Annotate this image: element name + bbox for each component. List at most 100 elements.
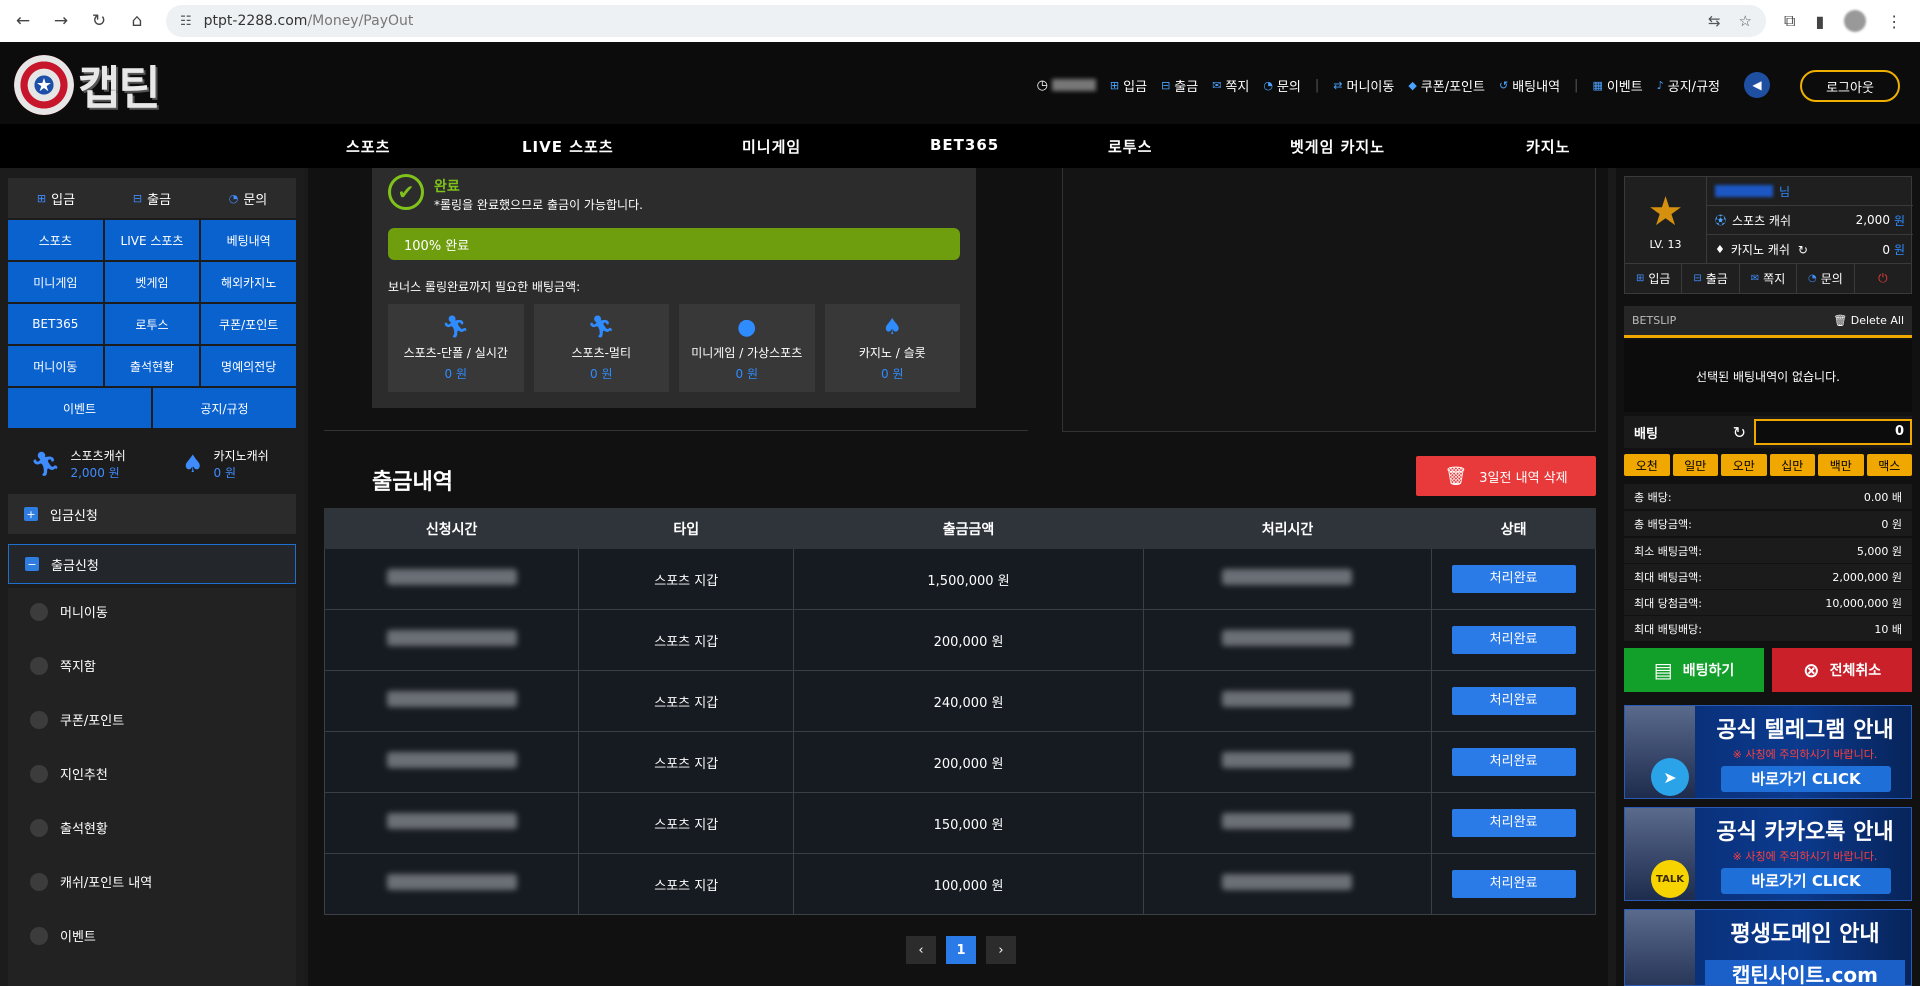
nav-lotus[interactable]: 로투스	[1108, 136, 1152, 157]
quick-btn-live-sports[interactable]: LIVE 스포츠	[104, 220, 200, 260]
status-badge[interactable]: 처리완료	[1451, 748, 1576, 776]
nav-minigame[interactable]: 미니게임	[742, 136, 801, 157]
chip-max[interactable]: 맥스	[1866, 454, 1912, 476]
nav-casino[interactable]: 카지노	[1526, 136, 1570, 157]
place-bet-button[interactable]: ▤ 배팅하기	[1624, 648, 1764, 692]
url-host: ptpt-2288.com	[203, 13, 308, 29]
top-menu-transfer[interactable]: ⇄ 머니이동	[1333, 76, 1394, 95]
status-badge[interactable]: 처리완료	[1451, 565, 1576, 593]
prev-page-icon[interactable]: ‹	[906, 936, 936, 964]
status-badge[interactable]: 처리완료	[1451, 687, 1576, 715]
plus-icon: +	[24, 507, 38, 521]
top-menu-withdraw[interactable]: ⊟ 출금	[1161, 76, 1198, 95]
page-number[interactable]: 1	[946, 936, 976, 964]
user-name-row: 님	[1707, 177, 1913, 206]
submenu-attendance[interactable]: 출석현황	[30, 818, 108, 837]
bookmark-star-icon[interactable]: ☆	[1739, 12, 1752, 30]
browser-menu-icon[interactable]: ⋮	[1886, 12, 1902, 31]
chip-1000000[interactable]: 백만	[1818, 454, 1864, 476]
kakaotalk-cta[interactable]: 바로가기 CLICK	[1721, 868, 1891, 894]
address-bar[interactable]: ☷ ptpt-2288.com/Money/PayOut ⇆ ☆	[166, 5, 1766, 37]
cancel-all-button[interactable]: ⊗ 전체취소	[1772, 648, 1912, 692]
refresh-icon[interactable]: ↻	[1798, 243, 1808, 257]
domain-banner[interactable]: 평생도메인 안내 캡틴사이트.com	[1624, 909, 1912, 986]
speaker-icon[interactable]: ◀	[1744, 72, 1770, 98]
blurred-username	[1051, 79, 1096, 91]
translate-icon[interactable]: ⇆	[1708, 12, 1721, 30]
submenu-referral[interactable]: 지인추천	[30, 764, 108, 783]
user-message-button[interactable]: ✉ 쪽지	[1740, 264, 1798, 293]
top-menu-inquiry[interactable]: ◔ 문의	[1263, 76, 1301, 95]
status-badge[interactable]: 처리완료	[1451, 870, 1576, 898]
quick-btn-hall-of-fame[interactable]: 명예의전당	[201, 346, 296, 386]
profile-avatar[interactable]	[1844, 10, 1867, 32]
power-icon[interactable]: ⏻	[1855, 264, 1911, 293]
quick-deposit[interactable]: ⊞ 입금	[8, 178, 104, 218]
user-inquiry-button[interactable]: ◔ 문의	[1797, 264, 1855, 293]
nav-live-sports[interactable]: LIVE 스포츠	[522, 136, 614, 157]
top-menu-coupon[interactable]: ◆ 쿠폰/포인트	[1408, 76, 1485, 95]
submenu-transfer[interactable]: 머니이동	[30, 602, 108, 621]
user-withdraw-button[interactable]: ⊟ 출금	[1682, 264, 1740, 293]
reload-icon[interactable]: ↻	[86, 8, 112, 34]
quick-inquiry[interactable]: ◔ 문의	[200, 178, 296, 218]
kakaotalk-banner[interactable]: TALK 공식 카카오톡 안내 ※ 사칭에 주의하시기 바랍니다. 바로가기 C…	[1624, 807, 1912, 901]
quick-btn-transfer[interactable]: 머니이동	[8, 346, 103, 386]
divider	[324, 430, 1028, 431]
bet-amount-input[interactable]: 0	[1754, 419, 1912, 445]
status-badge[interactable]: 처리완료	[1451, 809, 1576, 837]
quick-btn-event[interactable]: 이벤트	[8, 388, 151, 428]
chip-10000[interactable]: 일만	[1672, 454, 1718, 476]
status-badge[interactable]: 처리완료	[1451, 626, 1576, 654]
browser-toolbar: ← → ↻ ⌂ ☷ ptpt-2288.com/Money/PayOut ⇆ ☆…	[0, 0, 1920, 42]
row-amount: 150,000 원	[793, 792, 1144, 854]
site-logo[interactable]: ★ 캡틴	[14, 52, 161, 118]
top-menu-message[interactable]: ✉ 쪽지	[1212, 76, 1249, 95]
site-info-icon[interactable]: ☷	[180, 14, 192, 29]
delete-old-history-button[interactable]: 🗑︎ 3일전 내역 삭제	[1416, 456, 1596, 496]
submenu-cash-history[interactable]: 캐쉬/포인트 내역	[30, 872, 152, 891]
info-total-odds: 총 배당: 0.00 배	[1624, 484, 1912, 510]
logout-button[interactable]: 로그아웃	[1800, 70, 1900, 102]
back-icon[interactable]: ←	[10, 8, 36, 34]
submenu-event[interactable]: 이벤트	[30, 926, 96, 945]
refresh-icon[interactable]: ↻	[1733, 423, 1746, 442]
quick-btn-bet-history[interactable]: 베팅내역	[201, 220, 296, 260]
blurred-processed-time	[1222, 691, 1353, 707]
chip-5000[interactable]: 오천	[1624, 454, 1670, 476]
forward-icon[interactable]: →	[48, 8, 74, 34]
quick-btn-attendance[interactable]: 출석현황	[104, 346, 200, 386]
home-icon[interactable]: ⌂	[124, 8, 150, 34]
user-deposit-button[interactable]: ⊞ 입금	[1625, 264, 1683, 293]
nav-bet365[interactable]: BET365	[930, 136, 999, 154]
submenu-coupon[interactable]: 쿠폰/포인트	[30, 710, 124, 729]
telegram-banner[interactable]: ➤ 공식 텔레그램 안내 ※ 사칭에 주의하시기 바랍니다. 바로가기 CLIC…	[1624, 705, 1912, 799]
quick-btn-minigame[interactable]: 미니게임	[8, 262, 103, 302]
quick-btn-overseas-casino[interactable]: 해외카지노	[201, 262, 296, 302]
top-menu-deposit[interactable]: ⊞ 입금	[1110, 76, 1147, 95]
chip-100000[interactable]: 십만	[1769, 454, 1815, 476]
quick-btn-betgame[interactable]: 벳게임	[104, 262, 200, 302]
rolling-progress-bar: 100% 완료	[388, 228, 960, 260]
quick-btn-sports[interactable]: 스포츠	[8, 220, 103, 260]
submenu-messages[interactable]: 쪽지함	[30, 656, 96, 675]
domain-cta[interactable]: 캡틴사이트.com	[1705, 960, 1905, 985]
top-menu-notice[interactable]: ♪ 공지/규정	[1657, 76, 1720, 95]
chip-50000[interactable]: 오만	[1721, 454, 1767, 476]
quick-btn-coupon[interactable]: 쿠폰/포인트	[201, 304, 296, 344]
quick-btn-notice[interactable]: 공지/규정	[153, 388, 296, 428]
quick-withdraw[interactable]: ⊟ 출금	[104, 178, 200, 218]
sidepanel-icon[interactable]: ▮	[1815, 12, 1824, 31]
telegram-cta[interactable]: 바로가기 CLICK	[1721, 766, 1891, 792]
delete-all-button[interactable]: 🗑︎ Delete All	[1833, 314, 1904, 327]
quick-btn-lotus[interactable]: 로투스	[104, 304, 200, 344]
extensions-icon[interactable]: ⧉	[1784, 11, 1795, 31]
withdraw-request-item[interactable]: − 출금신청	[8, 544, 296, 584]
top-menu-event[interactable]: ▦ 이벤트	[1592, 76, 1642, 95]
deposit-request-item[interactable]: + 입금신청	[8, 494, 296, 534]
nav-betgame-casino[interactable]: 벳게임 카지노	[1290, 136, 1385, 157]
next-page-icon[interactable]: ›	[986, 936, 1016, 964]
top-menu-bet-history[interactable]: ↺ 배팅내역	[1499, 76, 1560, 95]
nav-sports[interactable]: 스포츠	[346, 136, 390, 157]
quick-btn-bet365[interactable]: BET365	[8, 304, 103, 344]
